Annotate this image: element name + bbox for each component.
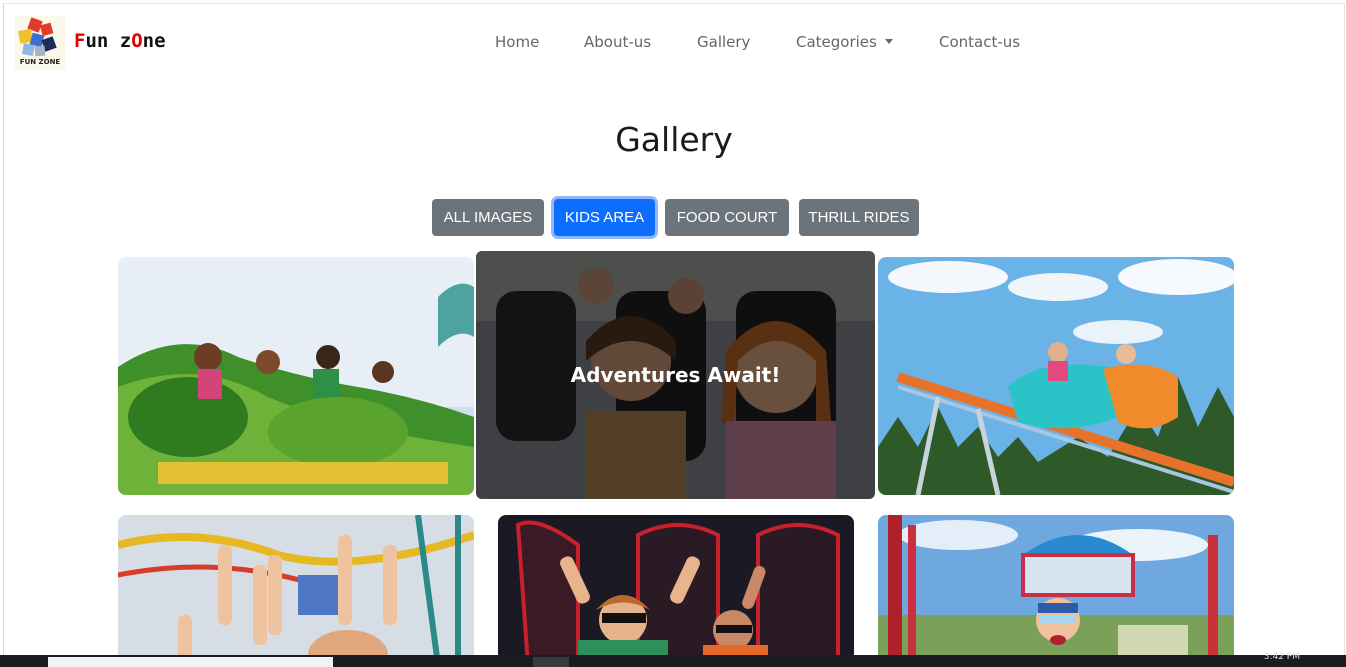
filter-food-court-button[interactable]: FOOD COURT [665,199,789,236]
caterpillar-coaster-image [118,257,474,495]
3d-ride-kids-image [498,515,854,656]
page-title: Gallery [615,120,733,159]
nav-categories-label: Categories [796,33,877,51]
logo-caption: FUN ZONE [19,58,61,66]
raised-hands-image [118,515,474,656]
os-taskbar: 3:42 PM [0,652,1346,667]
filter-all-images-button[interactable]: ALL IMAGES [432,199,544,236]
taskbar-app-icon[interactable] [533,657,569,667]
main-nav: Home About-us Gallery Categories Contact… [4,33,1344,55]
browser-page: FUN ZONE Fun zOne Home About-us Gallery … [3,3,1345,656]
gallery-image-go-kart-hovered[interactable]: Adventures Await! [476,251,875,499]
nav-about-us[interactable]: About-us [584,33,651,51]
nav-home[interactable]: Home [495,33,539,51]
nav-contact-us[interactable]: Contact-us [939,33,1020,51]
taskbar-clock: 3:42 PM [1263,652,1300,662]
filter-thrill-rides-button[interactable]: THRILL RIDES [799,199,919,236]
gallery-image-caterpillar-coaster[interactable] [118,257,474,495]
gallery-image-raised-hands[interactable] [118,515,474,656]
gallery-filters: ALL IMAGES KIDS AREA FOOD COURT THRILL R… [4,199,1344,239]
swing-ride-image [878,257,1234,495]
caret-down-icon [884,39,893,44]
gallery-image-swing-ride[interactable] [878,257,1234,495]
gallery-image-ferris-wheel[interactable] [878,515,1234,656]
nav-categories-dropdown[interactable]: Categories [796,33,893,51]
gallery-image-3d-ride[interactable] [498,515,854,656]
nav-gallery[interactable]: Gallery [697,33,750,51]
taskbar-window-preview[interactable] [48,657,333,667]
image-hover-overlay: Adventures Await! [476,251,875,499]
filter-kids-area-button[interactable]: KIDS AREA [554,199,655,236]
ferris-wheel-boy-image [878,515,1234,656]
hover-caption: Adventures Await! [570,363,781,387]
